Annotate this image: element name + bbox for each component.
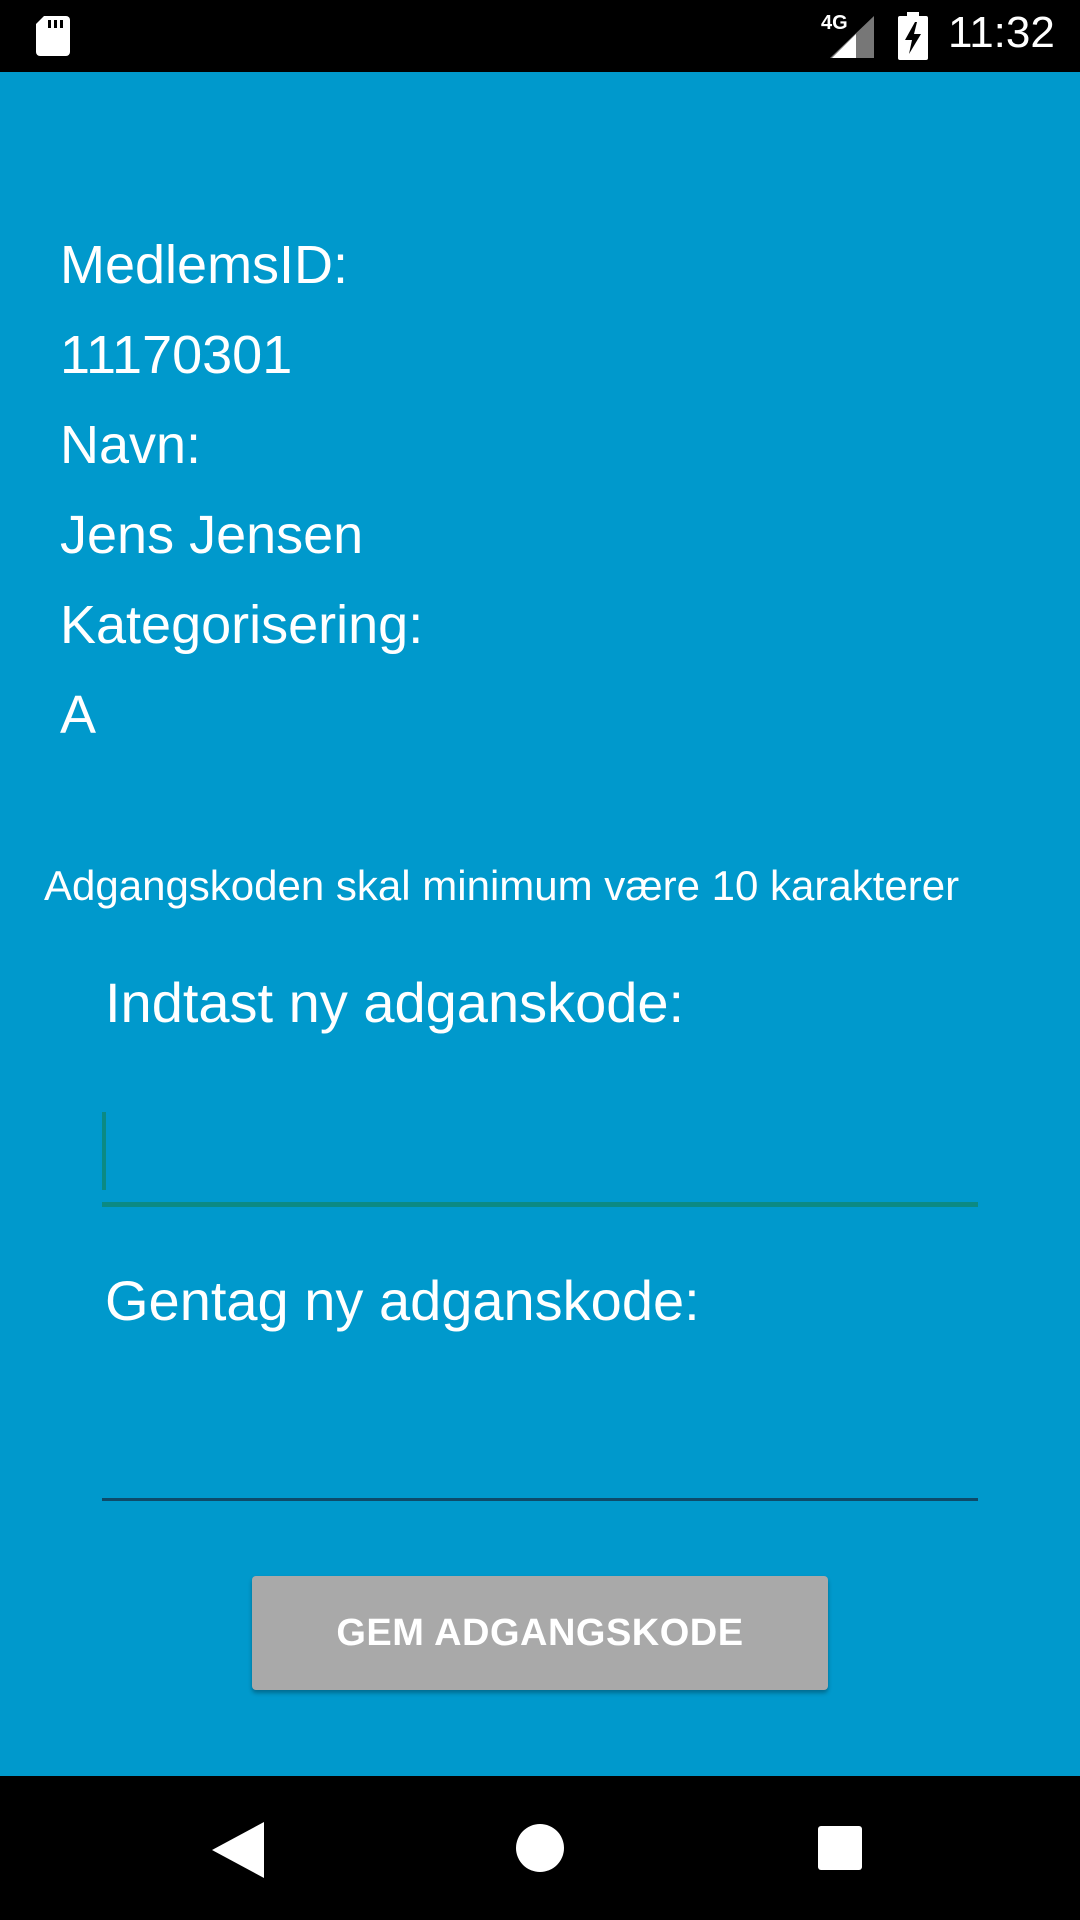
main-content: MedlemsID: 11170301 Navn: Jens Jensen Ka… (0, 72, 1080, 1776)
sd-card-icon (36, 16, 70, 56)
category-label: Kategorisering: (60, 595, 424, 655)
back-icon[interactable] (212, 1822, 264, 1878)
signal-icon (830, 16, 874, 58)
new-password-input[interactable] (102, 1112, 978, 1207)
clock: 11:32 (948, 8, 1055, 57)
status-bar: 4G 11:32 (0, 0, 1080, 72)
recents-icon[interactable] (818, 1826, 862, 1870)
battery-charging-icon (898, 12, 928, 60)
name-value: Jens Jensen (60, 505, 364, 565)
member-id-value: 11170301 (60, 325, 293, 385)
navigation-bar (0, 1776, 1080, 1920)
home-icon[interactable] (516, 1824, 564, 1872)
text-cursor (102, 1112, 106, 1190)
password-hint: Adgangskoden skal minimum være 10 karakt… (44, 862, 960, 909)
save-password-button[interactable]: GEM ADGANGSKODE (252, 1576, 828, 1690)
repeat-password-input[interactable] (102, 1408, 978, 1501)
member-id-label: MedlemsID: (60, 235, 349, 295)
repeat-password-label: Gentag ny adganskode: (105, 1269, 700, 1332)
new-password-label: Indtast ny adganskode: (105, 971, 685, 1034)
save-password-button-label: GEM ADGANGSKODE (336, 1611, 744, 1654)
name-label: Navn: (60, 415, 202, 475)
category-value: A (60, 685, 97, 745)
